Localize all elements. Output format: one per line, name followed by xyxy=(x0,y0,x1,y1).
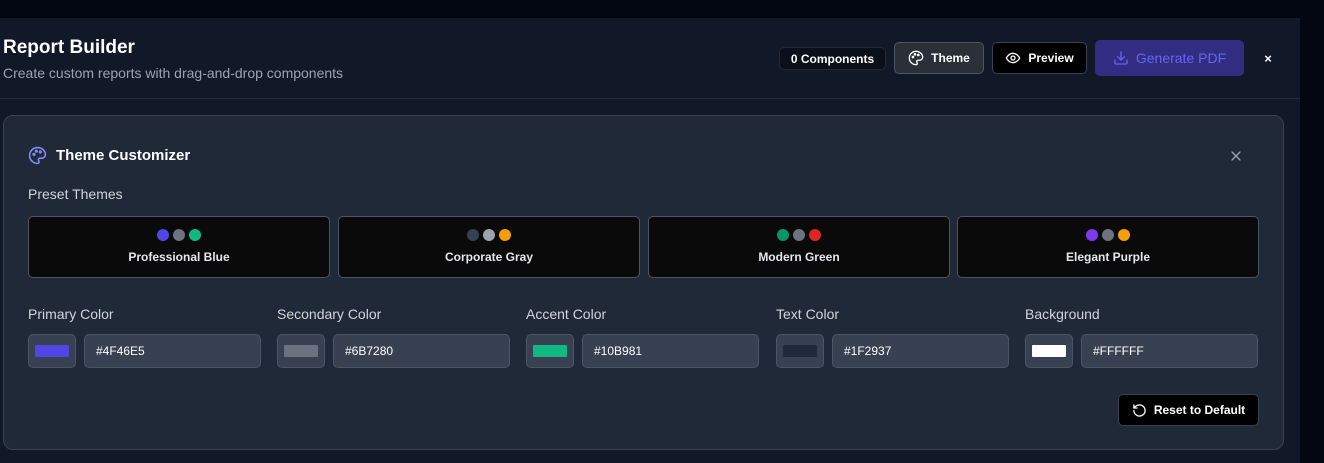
field-label: Background xyxy=(1025,306,1100,322)
close-icon: × xyxy=(1264,50,1272,66)
header-close-button[interactable]: × xyxy=(1256,42,1280,74)
secondary-color-picker[interactable] xyxy=(277,334,325,368)
preset-color-dots xyxy=(649,229,949,241)
text-color-field: Text Color xyxy=(776,306,1009,368)
color-dot xyxy=(1118,229,1130,241)
page-title: Report Builder xyxy=(3,37,135,58)
color-dot xyxy=(483,229,495,241)
theme-customizer-panel: Theme Customizer Preset Themes Professio… xyxy=(3,115,1284,450)
secondary-color-input[interactable] xyxy=(333,334,510,368)
primary-color-picker[interactable] xyxy=(28,334,76,368)
color-dot xyxy=(1086,229,1098,241)
preset-name: Elegant Purple xyxy=(1065,250,1151,264)
background-color-picker[interactable] xyxy=(1025,334,1073,368)
primary-color-field: Primary Color xyxy=(28,306,261,368)
components-count-badge: 0 Components xyxy=(779,47,886,70)
components-count-label: 0 Components xyxy=(790,51,875,66)
color-dot xyxy=(189,229,201,241)
color-dot xyxy=(1102,229,1114,241)
field-label: Secondary Color xyxy=(277,306,382,322)
preset-professional-blue[interactable]: Professional Blue xyxy=(28,216,330,278)
page-subtitle: Create custom reports with drag-and-drop… xyxy=(3,65,344,81)
reset-to-default-button[interactable]: Reset to Default xyxy=(1118,394,1259,426)
report-builder-window: Report Builder Create custom reports wit… xyxy=(0,18,1300,463)
theme-customizer-heading: Theme Customizer xyxy=(28,146,190,165)
text-color-picker[interactable] xyxy=(776,334,824,368)
color-dot xyxy=(809,229,821,241)
generate-pdf-button[interactable]: Generate PDF xyxy=(1095,40,1244,76)
color-dot xyxy=(793,229,805,241)
color-swatch xyxy=(533,345,567,357)
download-icon xyxy=(1113,50,1129,66)
secondary-color-field: Secondary Color xyxy=(277,306,510,368)
preset-elegant-purple[interactable]: Elegant Purple xyxy=(957,216,1259,278)
field-label: Accent Color xyxy=(526,306,607,322)
theme-button[interactable]: Theme xyxy=(894,42,984,74)
background-color-input[interactable] xyxy=(1081,334,1258,368)
preset-color-dots xyxy=(958,229,1258,241)
color-swatch xyxy=(783,345,817,357)
preview-button-label: Preview xyxy=(1028,51,1074,65)
header: Report Builder Create custom reports wit… xyxy=(0,18,1300,99)
color-dot xyxy=(499,229,511,241)
preset-name: Modern Green xyxy=(758,250,840,264)
field-label: Text Color xyxy=(776,306,840,322)
color-dot xyxy=(157,229,169,241)
preview-button[interactable]: Preview xyxy=(992,42,1087,74)
preset-color-dots xyxy=(339,229,639,241)
rotate-ccw-icon xyxy=(1132,403,1147,418)
preset-themes-label: Preset Themes xyxy=(28,186,123,202)
text-color-input[interactable] xyxy=(832,334,1009,368)
field-label: Primary Color xyxy=(28,306,114,322)
eye-icon xyxy=(1005,50,1021,66)
palette-icon xyxy=(908,50,924,66)
background-color-field: Background xyxy=(1025,306,1258,368)
preset-color-dots xyxy=(29,229,329,241)
primary-color-input[interactable] xyxy=(84,334,261,368)
preset-corporate-gray[interactable]: Corporate Gray xyxy=(338,216,640,278)
color-dot xyxy=(173,229,185,241)
preset-name: Corporate Gray xyxy=(444,250,534,264)
generate-pdf-label: Generate PDF xyxy=(1135,50,1227,66)
accent-color-picker[interactable] xyxy=(526,334,574,368)
color-dot xyxy=(777,229,789,241)
reset-button-label: Reset to Default xyxy=(1153,403,1246,417)
accent-color-field: Accent Color xyxy=(526,306,759,368)
preset-name: Professional Blue xyxy=(128,250,230,264)
color-swatch xyxy=(1032,345,1066,357)
color-dot xyxy=(467,229,479,241)
close-icon[interactable] xyxy=(1228,148,1244,164)
color-swatch xyxy=(35,345,69,357)
theme-customizer-title: Theme Customizer xyxy=(56,147,191,164)
color-swatch xyxy=(284,345,318,357)
preset-modern-green[interactable]: Modern Green xyxy=(648,216,950,278)
theme-button-label: Theme xyxy=(931,51,970,65)
palette-icon xyxy=(28,146,47,165)
accent-color-input[interactable] xyxy=(582,334,759,368)
